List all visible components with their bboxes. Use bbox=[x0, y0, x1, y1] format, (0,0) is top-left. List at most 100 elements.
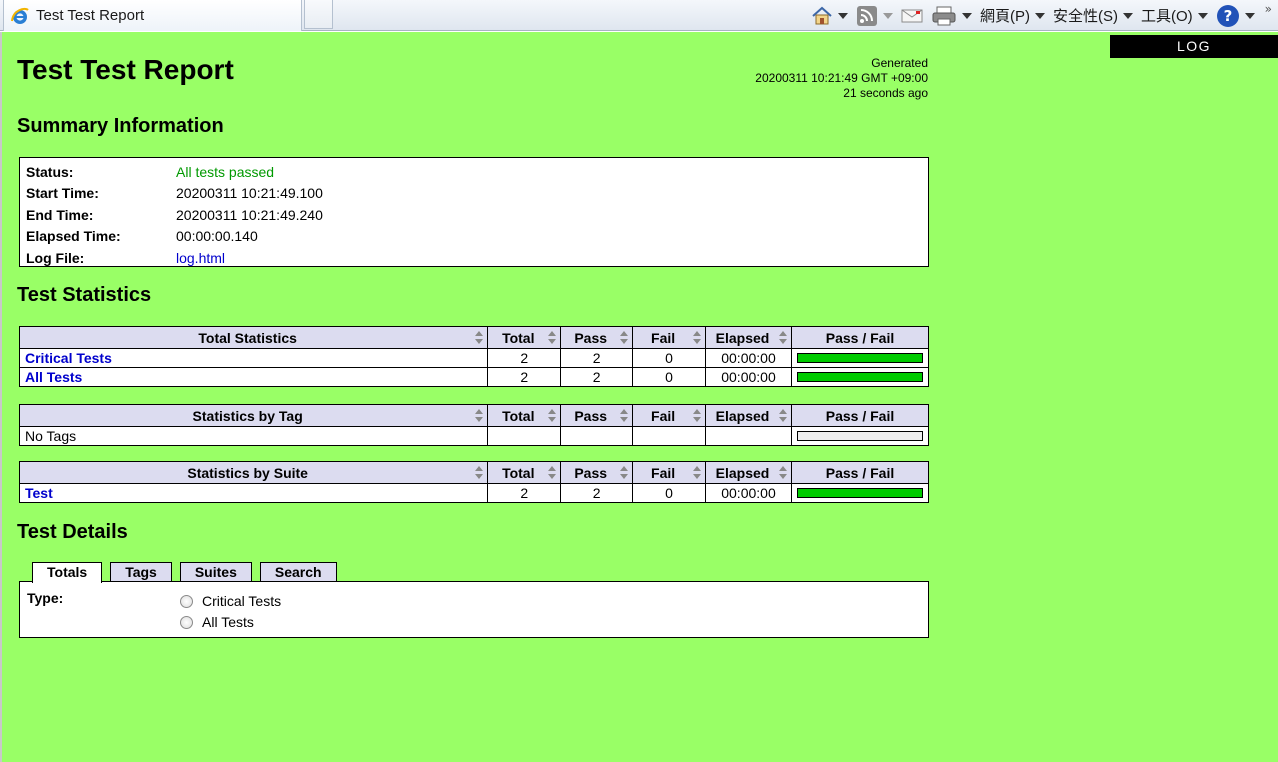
tools-menu-caret-icon bbox=[1197, 12, 1208, 19]
help-dropdown-icon[interactable] bbox=[1244, 12, 1255, 19]
col-header-name[interactable]: Total Statistics bbox=[18, 326, 489, 349]
sort-icon bbox=[620, 331, 629, 345]
stat-elapsed: 00:00:00 bbox=[705, 367, 792, 387]
sort-icon bbox=[475, 466, 484, 480]
col-header-total[interactable]: Total bbox=[487, 461, 562, 484]
summary-key: Start Time: bbox=[26, 185, 99, 202]
page-title: Test Test Report bbox=[17, 54, 234, 85]
summary-row-log-file: Log File: log.html bbox=[26, 247, 922, 269]
sort-icon bbox=[693, 331, 702, 345]
stat-fail: 0 bbox=[632, 348, 707, 368]
printer-icon bbox=[932, 6, 956, 25]
summary-row-start-time: Start Time: 20200311 10:21:49.100 bbox=[26, 183, 922, 205]
col-header-pass[interactable]: Pass bbox=[560, 326, 634, 349]
details-tabs: Totals Tags Suites Search bbox=[32, 562, 345, 583]
radio-button[interactable] bbox=[180, 615, 193, 629]
stat-total bbox=[487, 426, 562, 446]
generated-ago: 21 seconds ago bbox=[843, 86, 928, 100]
suite-statistics-table: Statistics by Suite Total Pass Fail Elap… bbox=[18, 461, 930, 503]
sort-icon bbox=[620, 466, 629, 480]
col-header-elapsed[interactable]: Elapsed bbox=[705, 404, 792, 427]
help-icon: ? bbox=[1216, 4, 1239, 27]
summary-key: Status: bbox=[26, 163, 74, 180]
summary-key: Log File: bbox=[26, 249, 85, 266]
stat-elapsed: 00:00:00 bbox=[705, 348, 792, 368]
summary-row-status: Status: All tests passed bbox=[26, 161, 922, 183]
total-statistics-table: Total Statistics Total Pass Fail Elapsed… bbox=[18, 326, 930, 387]
details-heading: Test Details bbox=[17, 521, 128, 543]
all-tests-link[interactable]: All Tests bbox=[25, 369, 82, 385]
tab-totals[interactable]: Totals bbox=[32, 562, 103, 583]
suite-test-link[interactable]: Test bbox=[25, 485, 53, 501]
sort-icon bbox=[548, 331, 557, 345]
col-header-name[interactable]: Statistics by Suite bbox=[18, 461, 489, 484]
sort-icon bbox=[693, 466, 702, 480]
radio-option-critical[interactable]: Critical Tests bbox=[180, 593, 281, 609]
col-header-total[interactable]: Total bbox=[487, 404, 562, 427]
stat-name: Test bbox=[18, 483, 489, 503]
sort-icon bbox=[778, 466, 787, 480]
col-header-fail[interactable]: Fail bbox=[632, 404, 707, 427]
sort-icon bbox=[475, 331, 484, 345]
pass-fail-bar bbox=[796, 372, 923, 382]
details-panel: Type: Critical Tests All Tests bbox=[19, 581, 929, 638]
radio-label: Critical Tests bbox=[202, 593, 282, 609]
tools-menu[interactable]: 工具(O) bbox=[1137, 0, 1212, 31]
mail-button[interactable] bbox=[897, 0, 927, 31]
col-header-fail[interactable]: Fail bbox=[632, 326, 707, 349]
pass-fail-bar bbox=[796, 431, 923, 441]
page-menu-caret-icon bbox=[1034, 12, 1045, 19]
stat-graph bbox=[790, 348, 930, 368]
ie-logo-icon bbox=[11, 7, 29, 24]
home-icon bbox=[812, 6, 832, 24]
generated-info: Generated 20200311 10:21:49 GMT +09:00 2… bbox=[702, 56, 928, 101]
chevron-overflow-icon[interactable]: » bbox=[1265, 2, 1272, 16]
radio-option-all[interactable]: All Tests bbox=[180, 614, 254, 630]
end-time-value: 20200311 10:21:49.240 bbox=[176, 206, 323, 223]
report-page: LOG Test Test Report Generated 20200311 … bbox=[0, 32, 1278, 762]
stat-pass: 2 bbox=[560, 348, 634, 368]
col-header-total[interactable]: Total bbox=[487, 326, 562, 349]
tab-search[interactable]: Search bbox=[259, 562, 337, 582]
svg-text:?: ? bbox=[1223, 7, 1232, 25]
summary-heading: Summary Information bbox=[17, 115, 224, 137]
log-file-link[interactable]: log.html bbox=[176, 250, 225, 266]
summary-row-end-time: End Time: 20200311 10:21:49.240 bbox=[26, 204, 922, 226]
page-menu-label: 網頁(P) bbox=[979, 8, 1030, 25]
home-button[interactable] bbox=[807, 0, 852, 31]
print-button[interactable] bbox=[927, 0, 976, 31]
safety-menu[interactable]: 安全性(S) bbox=[1049, 0, 1137, 31]
new-tab-button[interactable] bbox=[304, 0, 333, 29]
tab-suites[interactable]: Suites bbox=[179, 562, 252, 582]
col-header-name[interactable]: Statistics by Tag bbox=[18, 404, 489, 427]
browser-tab[interactable]: Test Test Report bbox=[3, 0, 302, 31]
stat-name: All Tests bbox=[18, 367, 489, 387]
stat-pass: 2 bbox=[560, 367, 634, 387]
print-dropdown-icon[interactable] bbox=[961, 12, 972, 19]
generated-label: Generated bbox=[871, 56, 928, 70]
stat-graph bbox=[790, 426, 930, 446]
help-button[interactable]: ? bbox=[1212, 0, 1259, 31]
feeds-button[interactable] bbox=[852, 0, 897, 31]
tools-menu-label: 工具(O) bbox=[1140, 8, 1193, 25]
col-header-fail[interactable]: Fail bbox=[632, 461, 707, 484]
stat-elapsed: 00:00:00 bbox=[705, 483, 792, 503]
tag-statistics-table: Statistics by Tag Total Pass Fail Elapse… bbox=[18, 404, 930, 446]
log-button[interactable]: LOG bbox=[1110, 35, 1278, 58]
sort-icon bbox=[475, 409, 484, 423]
col-header-elapsed[interactable]: Elapsed bbox=[705, 461, 792, 484]
col-header-elapsed[interactable]: Elapsed bbox=[705, 326, 792, 349]
radio-button[interactable] bbox=[180, 594, 193, 608]
sort-icon bbox=[548, 466, 557, 480]
page-menu[interactable]: 網頁(P) bbox=[976, 0, 1049, 31]
feeds-dropdown-icon[interactable] bbox=[882, 12, 893, 19]
col-header-pass[interactable]: Pass bbox=[560, 404, 634, 427]
home-dropdown-icon[interactable] bbox=[837, 12, 848, 19]
browser-toolbar: Test Test Report 網頁(P) 安全性(S) 工具(O) ? » bbox=[0, 0, 1278, 31]
tab-tags[interactable]: Tags bbox=[110, 562, 172, 582]
col-header-pass[interactable]: Pass bbox=[560, 461, 634, 484]
safety-menu-label: 安全性(S) bbox=[1052, 8, 1118, 25]
col-header-pass-fail: Pass / Fail bbox=[790, 404, 930, 427]
critical-tests-link[interactable]: Critical Tests bbox=[25, 350, 112, 366]
stat-graph bbox=[790, 483, 930, 503]
